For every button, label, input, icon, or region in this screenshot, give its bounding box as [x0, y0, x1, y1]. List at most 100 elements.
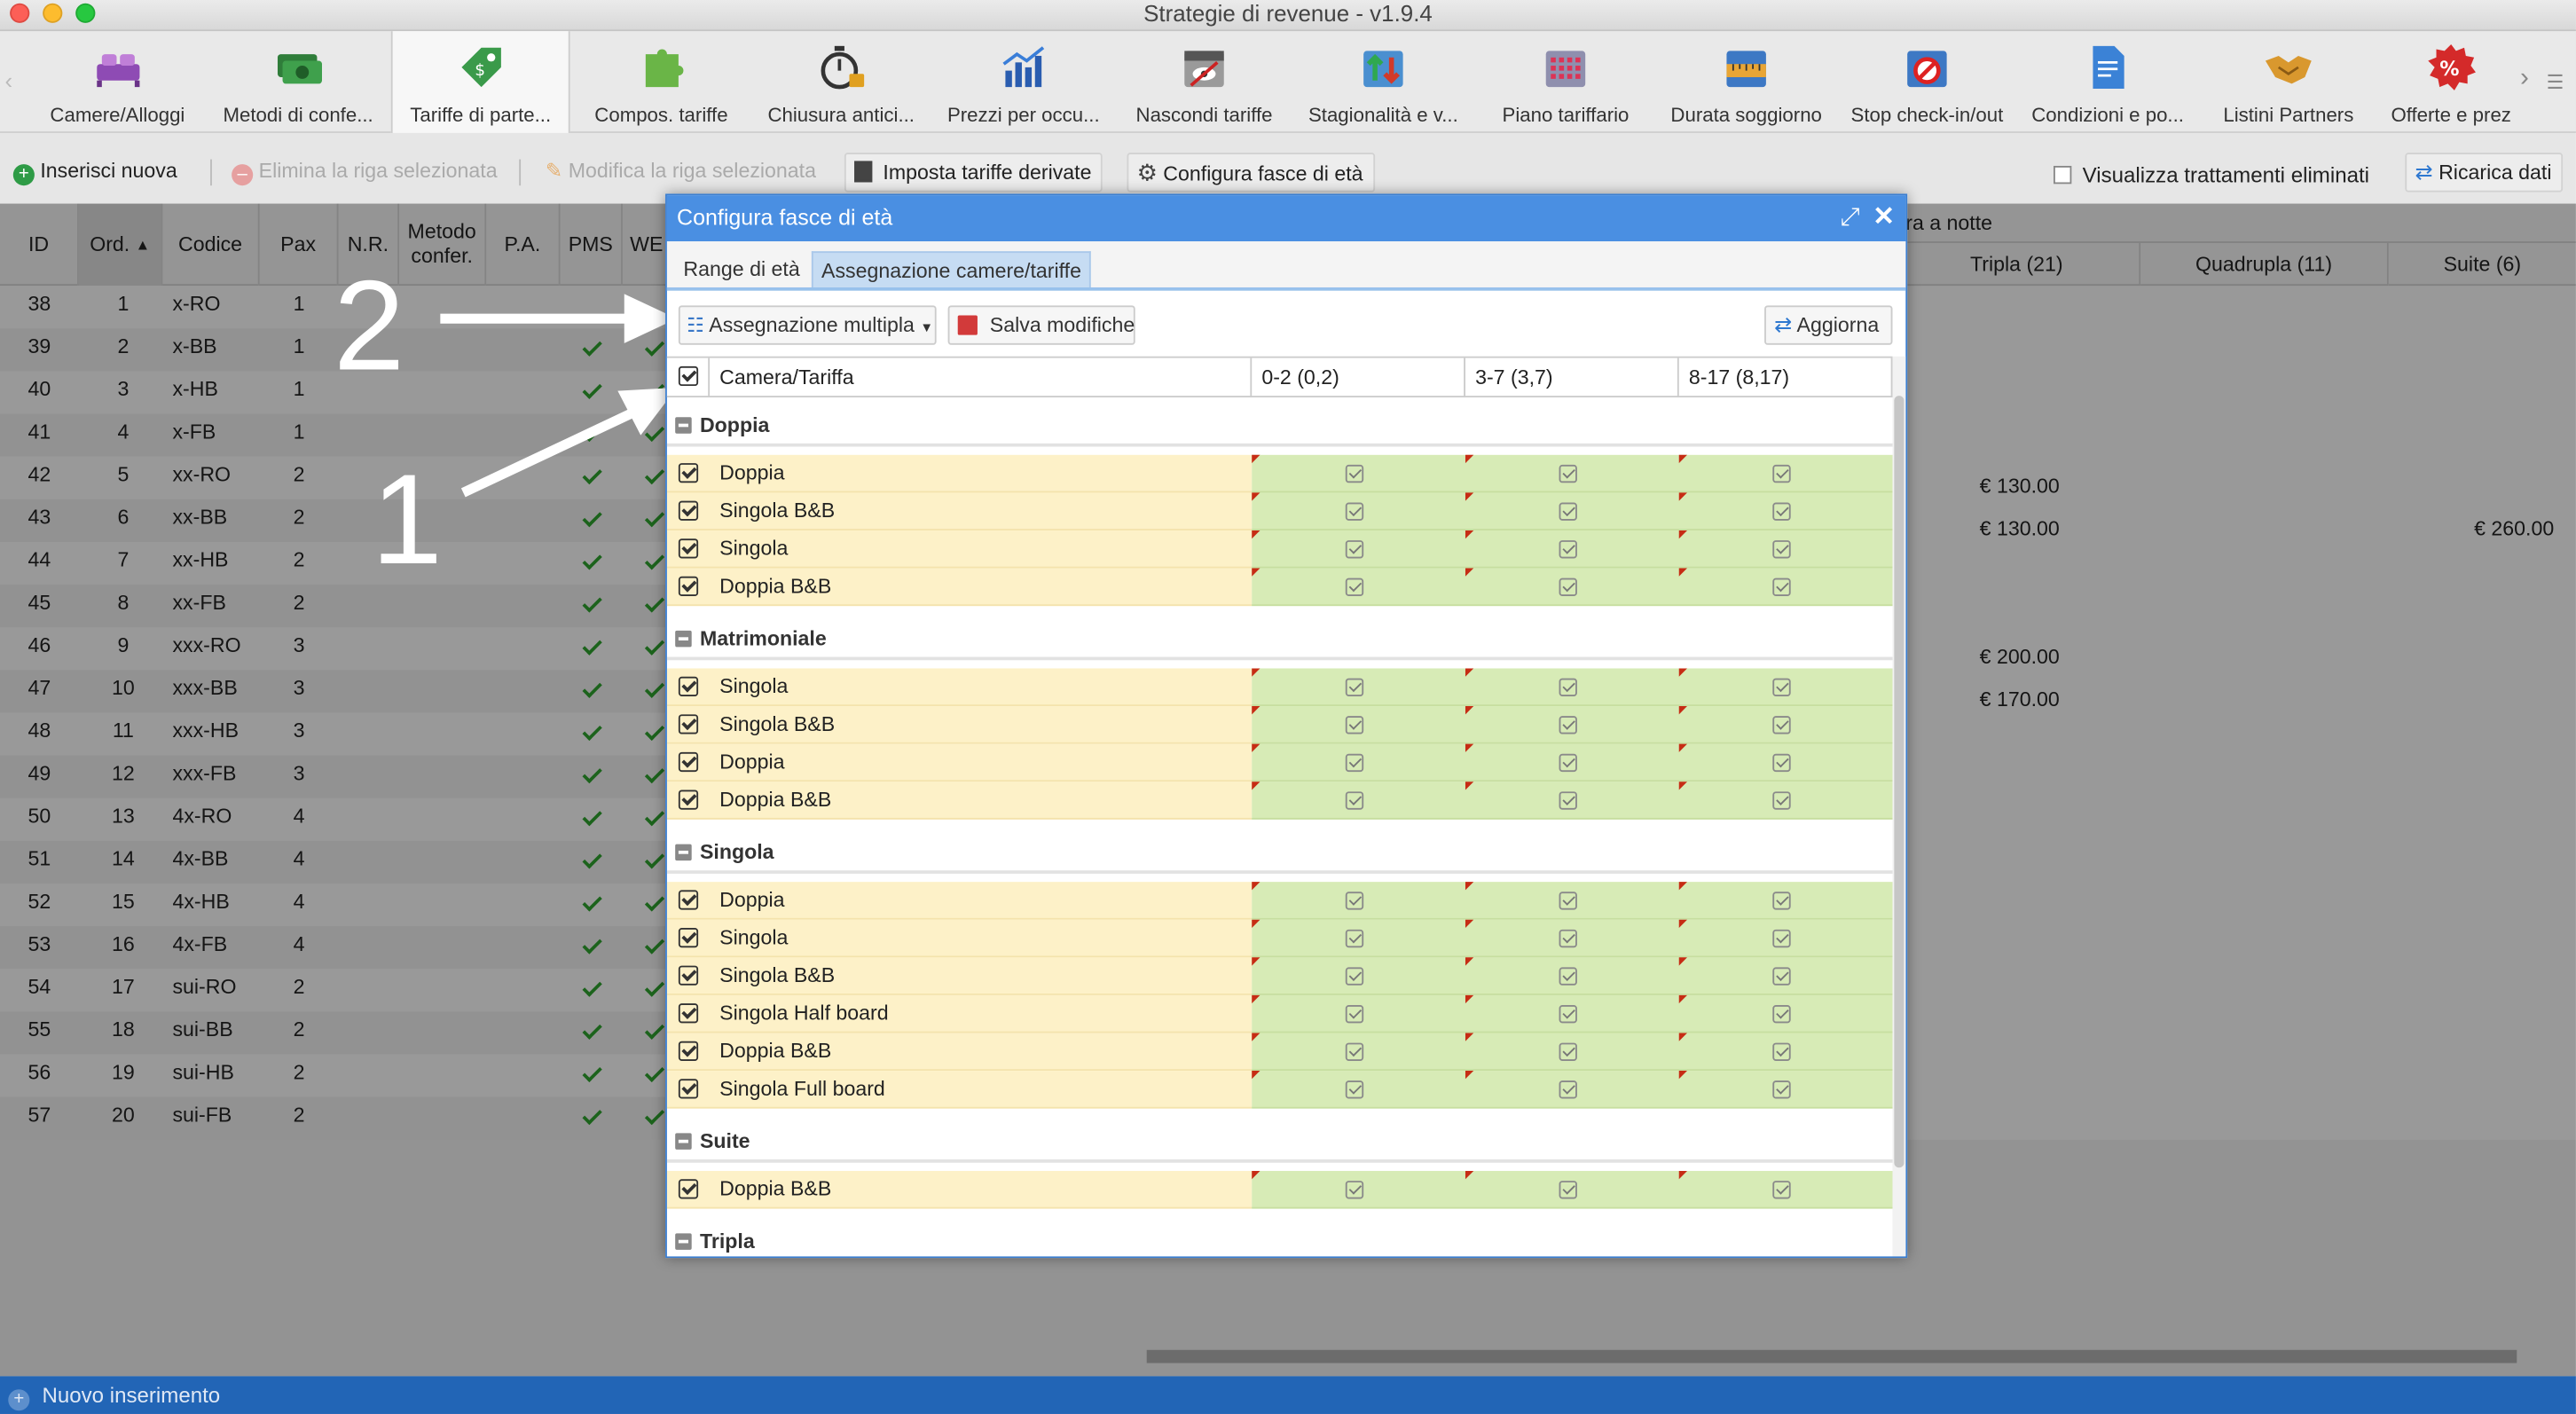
- toolbar-item-listini[interactable]: Listini Partners: [2200, 31, 2377, 133]
- assignment-row[interactable]: Doppia: [666, 743, 1893, 782]
- row-select-checkbox[interactable]: [678, 714, 699, 734]
- toolbar-item-compos[interactable]: Compos. tariffe: [575, 31, 747, 133]
- age-band-checkbox[interactable]: [1559, 1042, 1577, 1061]
- close-window-button[interactable]: [10, 3, 30, 23]
- insert-button[interactable]: + Inserisci nuova: [5, 153, 187, 192]
- row-select-checkbox[interactable]: [678, 1179, 699, 1199]
- row-select-checkbox[interactable]: [678, 1079, 699, 1099]
- age-band-checkbox[interactable]: [1345, 1080, 1364, 1099]
- minimize-window-button[interactable]: [43, 3, 63, 23]
- row-select-checkbox[interactable]: [678, 1041, 699, 1061]
- assignment-row[interactable]: Doppia B&B: [666, 1033, 1893, 1072]
- row-select-checkbox[interactable]: [678, 676, 699, 696]
- group-header[interactable]: Singola: [666, 832, 1893, 874]
- row-select-checkbox[interactable]: [678, 890, 699, 910]
- age-band-checkbox[interactable]: [1559, 678, 1577, 696]
- row-select-checkbox[interactable]: [678, 538, 699, 559]
- age-band-checkbox[interactable]: [1559, 1004, 1577, 1024]
- maximize-window-button[interactable]: [75, 3, 96, 23]
- tab-age-ranges[interactable]: Range di età: [675, 251, 808, 287]
- col-age-8-17[interactable]: 8-17 (8,17): [1679, 357, 1893, 398]
- age-band-checkbox[interactable]: [1345, 967, 1364, 986]
- toolbar-item-stagionalita[interactable]: Stagionalità e v...: [1296, 31, 1470, 133]
- toolbar-scroll-right-icon[interactable]: ›: [2520, 64, 2529, 93]
- group-header[interactable]: Matrimoniale: [666, 618, 1893, 661]
- row-select-checkbox[interactable]: [678, 789, 699, 810]
- reload-button[interactable]: ⇄ Ricarica dati: [2405, 153, 2564, 192]
- status-text[interactable]: Nuovo inserimento: [42, 1383, 220, 1408]
- save-button[interactable]: Salva modifiche: [947, 305, 1135, 345]
- age-band-checkbox[interactable]: [1772, 1080, 1791, 1099]
- age-band-checkbox[interactable]: [1559, 716, 1577, 734]
- show-deleted-toggle[interactable]: Visualizza trattamenti eliminati: [2054, 162, 2369, 187]
- age-band-checkbox[interactable]: [1345, 502, 1364, 521]
- assignment-row[interactable]: Singola: [666, 530, 1893, 569]
- age-band-checkbox[interactable]: [1345, 678, 1364, 696]
- age-band-checkbox[interactable]: [1772, 577, 1791, 597]
- toolbar-item-durata[interactable]: Durata soggiorno: [1660, 31, 1834, 133]
- group-header[interactable]: Tripla: [666, 1222, 1893, 1257]
- age-band-checkbox[interactable]: [1345, 464, 1364, 483]
- assignment-row[interactable]: Doppia B&B: [666, 782, 1893, 820]
- assignment-row[interactable]: Singola: [666, 919, 1893, 958]
- age-band-checkbox[interactable]: [1559, 464, 1577, 483]
- refresh-button[interactable]: ⇄ Aggiorna: [1764, 305, 1893, 345]
- toolbar-item-chiusura[interactable]: Chiusura antici...: [752, 31, 930, 133]
- age-band-checkbox[interactable]: [1345, 791, 1364, 810]
- age-band-checkbox[interactable]: [1559, 753, 1577, 773]
- age-band-checkbox[interactable]: [1559, 967, 1577, 986]
- age-band-checkbox[interactable]: [1772, 716, 1791, 734]
- toolbar-menu-icon[interactable]: ☰: [2547, 71, 2564, 94]
- age-band-checkbox[interactable]: [1772, 540, 1791, 559]
- assignment-row[interactable]: Singola: [666, 668, 1893, 707]
- age-band-checkbox[interactable]: [1345, 1004, 1364, 1024]
- age-band-checkbox[interactable]: [1772, 1181, 1791, 1199]
- col-age-3-7[interactable]: 3-7 (3,7): [1465, 357, 1679, 398]
- toolbar-item-offerte[interactable]: % Offerte e prez: [2382, 31, 2520, 133]
- derived-rates-button[interactable]: Imposta tariffe derivate: [844, 153, 1103, 192]
- age-band-checkbox[interactable]: [1772, 464, 1791, 483]
- toolbar-item-nascondi[interactable]: Nascondi tariffe: [1117, 31, 1291, 133]
- row-select-checkbox[interactable]: [678, 927, 699, 948]
- age-band-checkbox[interactable]: [1345, 540, 1364, 559]
- row-select-checkbox[interactable]: [678, 576, 699, 597]
- select-all-cell[interactable]: [667, 357, 711, 398]
- close-icon[interactable]: ✕: [1873, 195, 1895, 241]
- age-band-checkbox[interactable]: [1772, 1042, 1791, 1061]
- age-band-checkbox[interactable]: [1772, 892, 1791, 910]
- assignment-row[interactable]: Doppia B&B: [666, 1170, 1893, 1209]
- col-age-0-2[interactable]: 0-2 (0,2): [1252, 357, 1465, 398]
- toolbar-item-metodi[interactable]: Metodi di confe...: [210, 31, 386, 133]
- edit-row-button[interactable]: ✎ Modifica la riga selezionata: [538, 153, 826, 192]
- configure-age-bands-button[interactable]: ⚙ Configura fasce di età: [1127, 153, 1375, 192]
- toolbar-item-camere[interactable]: Camere/Alloggi: [29, 31, 205, 133]
- age-band-checkbox[interactable]: [1772, 502, 1791, 521]
- collapse-icon[interactable]: [675, 630, 692, 648]
- group-header[interactable]: Suite: [666, 1121, 1893, 1163]
- collapse-icon[interactable]: [675, 844, 692, 861]
- assignment-row[interactable]: Singola Full board: [666, 1071, 1893, 1109]
- age-band-checkbox[interactable]: [1559, 502, 1577, 521]
- expand-icon[interactable]: ⤢: [1840, 195, 1859, 241]
- assignment-row[interactable]: Singola Half board: [666, 994, 1893, 1033]
- assignment-row[interactable]: Doppia: [666, 882, 1893, 920]
- age-band-checkbox[interactable]: [1345, 577, 1364, 597]
- show-deleted-checkbox[interactable]: [2054, 165, 2072, 185]
- age-band-checkbox[interactable]: [1772, 791, 1791, 810]
- collapse-icon[interactable]: [675, 1133, 692, 1150]
- toolbar-scroll-left-icon[interactable]: ‹: [5, 67, 13, 94]
- group-header[interactable]: Doppia: [666, 405, 1893, 447]
- age-band-checkbox[interactable]: [1559, 892, 1577, 910]
- row-select-checkbox[interactable]: [678, 500, 699, 521]
- age-band-checkbox[interactable]: [1345, 892, 1364, 910]
- scrollbar-thumb[interactable]: [1894, 396, 1905, 1168]
- collapse-icon[interactable]: [675, 417, 692, 434]
- select-all-checkbox[interactable]: [678, 365, 699, 387]
- age-band-checkbox[interactable]: [1559, 540, 1577, 559]
- row-select-checkbox[interactable]: [678, 463, 699, 483]
- age-band-checkbox[interactable]: [1559, 929, 1577, 948]
- delete-row-button[interactable]: – Elimina la riga selezionata: [224, 153, 507, 192]
- age-band-checkbox[interactable]: [1345, 753, 1364, 773]
- vertical-scrollbar[interactable]: [1892, 356, 1906, 1257]
- age-band-checkbox[interactable]: [1559, 791, 1577, 810]
